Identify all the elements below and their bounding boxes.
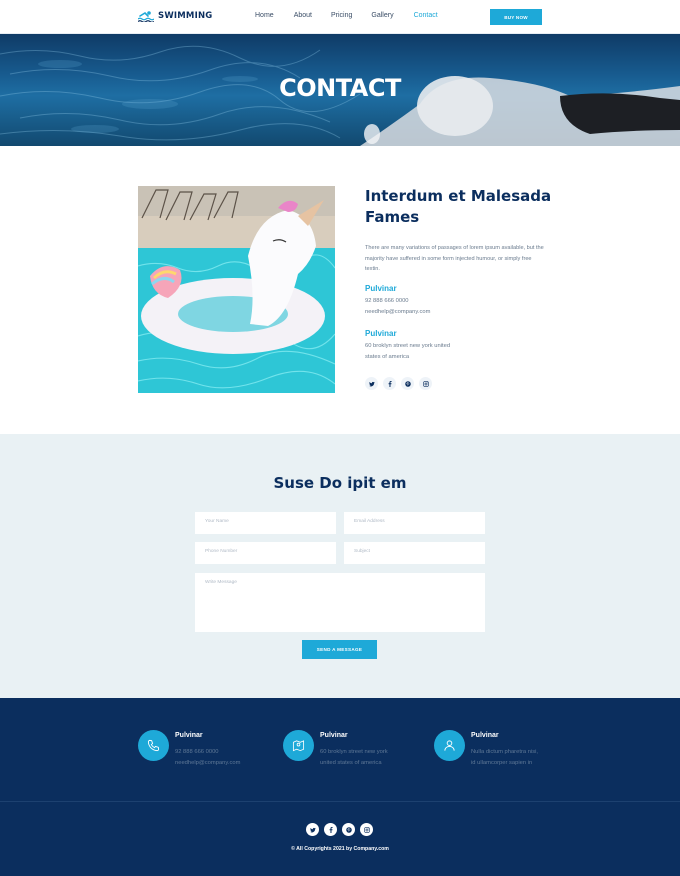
address-line-2: states of america	[365, 354, 410, 360]
pool-unicorn-image	[138, 186, 335, 393]
contact-form-section: Suse Do ipit em Your Name Email Address …	[0, 434, 680, 698]
footer-email[interactable]: needhelp@company.com	[175, 760, 240, 766]
site-header: SWIMMING Home About Pricing Gallery Cont…	[0, 0, 680, 34]
hero-banner: CONTACT	[0, 34, 680, 146]
logo-text: SWIMMING	[158, 11, 213, 21]
footer-address-line-2: united states of america	[320, 760, 382, 766]
swimmer-logo-icon	[138, 11, 154, 22]
footer-col2-title: Pulvinar	[320, 732, 348, 739]
name-input[interactable]: Your Name	[195, 512, 336, 534]
facebook-icon[interactable]	[324, 823, 337, 836]
footer-about-line-1: Nulla dictum pharetra nisi,	[471, 749, 539, 755]
user-icon	[434, 730, 465, 761]
footer-col3-title: Pulvinar	[471, 732, 499, 739]
form-heading: Suse Do ipit em	[273, 474, 407, 492]
pinterest-icon[interactable]	[342, 823, 355, 836]
instagram-icon[interactable]	[419, 377, 432, 390]
buy-now-button[interactable]: BUY NOW	[490, 9, 542, 25]
message-textarea[interactable]: Write Message	[195, 573, 485, 632]
main-nav: Home About Pricing Gallery Contact	[255, 12, 438, 19]
page-title: CONTACT	[279, 74, 401, 102]
twitter-icon[interactable]	[306, 823, 319, 836]
email-input[interactable]: Email Address	[344, 512, 485, 534]
email-link[interactable]: needhelp@company.com	[365, 309, 430, 315]
footer-address-line-1: 60 broklyn street new york	[320, 749, 388, 755]
phone-input[interactable]: Phone Number	[195, 542, 336, 564]
about-social-links	[365, 377, 432, 390]
pinterest-icon[interactable]	[401, 377, 414, 390]
footer-divider	[0, 801, 680, 802]
twitter-icon[interactable]	[365, 377, 378, 390]
address-line-1: 60 broklyn street new york united	[365, 343, 451, 349]
about-heading: Interdum et Malesada Fames	[365, 187, 552, 226]
subject-input[interactable]: Subject	[344, 542, 485, 564]
address-label: Pulvinar	[365, 329, 397, 338]
footer-social-links	[306, 823, 373, 836]
footer-phone[interactable]: 92 888 666 0000	[175, 749, 219, 755]
facebook-icon[interactable]	[383, 377, 396, 390]
nav-about[interactable]: About	[294, 12, 312, 19]
copyright-text: © All Copyrights 2021 by Company.com	[291, 846, 389, 852]
footer-about-line-2: id ullamcorper sapien in	[471, 760, 533, 766]
nav-pricing[interactable]: Pricing	[331, 12, 352, 19]
about-description: There are many variations of passages of…	[365, 245, 544, 272]
site-footer: Pulvinar 92 888 666 0000 needhelp@compan…	[0, 698, 680, 876]
nav-home[interactable]: Home	[255, 12, 274, 19]
nav-gallery[interactable]: Gallery	[371, 12, 393, 19]
map-pin-icon	[283, 730, 314, 761]
phone-number[interactable]: 92 888 666 0000	[365, 298, 409, 304]
footer-col1-title: Pulvinar	[175, 732, 203, 739]
instagram-icon[interactable]	[360, 823, 373, 836]
phone-label: Pulvinar	[365, 284, 397, 293]
nav-contact[interactable]: Contact	[414, 12, 438, 19]
send-message-button[interactable]: SEND A MESSAGE	[302, 640, 377, 659]
logo[interactable]: SWIMMING	[138, 10, 212, 22]
phone-icon	[138, 730, 169, 761]
